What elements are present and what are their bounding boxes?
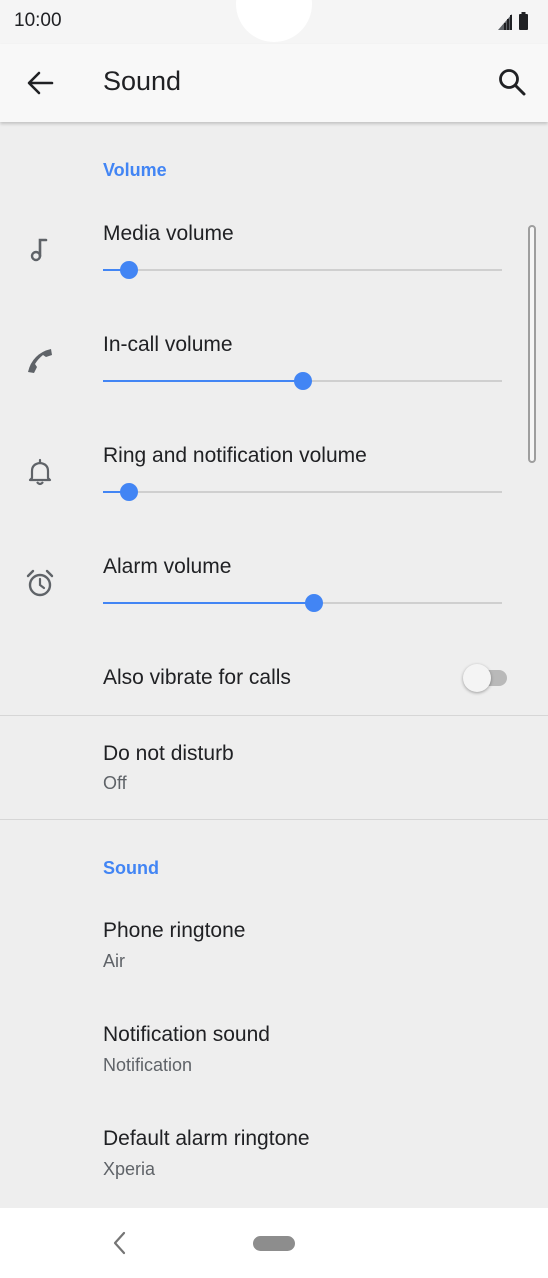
slider-thumb[interactable] [119, 261, 138, 279]
section-header-sound: Sound [103, 858, 159, 878]
phone-icon [28, 349, 52, 373]
scrollbar[interactable] [528, 225, 536, 463]
slider-fill [103, 602, 315, 604]
divider [0, 715, 548, 716]
signal-battery-icon [498, 12, 528, 30]
page-title: Sound [103, 66, 182, 96]
notification-sound-value: Notification [103, 1055, 193, 1075]
status-bar: 10:00 [0, 0, 548, 44]
nav-back-icon[interactable] [108, 1230, 132, 1256]
do-not-disturb-value: Off [103, 773, 127, 793]
bell-icon [28, 458, 52, 486]
slider-fill [103, 380, 303, 382]
default-alarm-ringtone-title[interactable]: Default alarm ringtone [103, 1127, 310, 1151]
notification-sound-title[interactable]: Notification sound [103, 1023, 270, 1047]
music-note-icon [30, 238, 48, 262]
toggle-thumb [463, 664, 491, 692]
alarm-volume-slider[interactable] [103, 591, 502, 615]
status-time: 10:00 [14, 10, 62, 31]
ring-volume-label: Ring and notification volume [103, 444, 367, 467]
home-pill[interactable] [253, 1236, 295, 1251]
app-bar: Sound [0, 44, 548, 122]
ring-volume-slider[interactable] [103, 480, 502, 504]
default-alarm-ringtone-value: Xperia [103, 1159, 156, 1179]
vibrate-for-calls-toggle[interactable] [463, 664, 511, 692]
slider-thumb[interactable] [119, 483, 138, 501]
divider [0, 819, 548, 820]
vibrate-for-calls-label: Also vibrate for calls [103, 666, 291, 689]
settings-list[interactable]: Volume Media volume In-call volume Ring … [0, 122, 548, 1208]
slider-track [103, 491, 502, 493]
phone-ringtone-title[interactable]: Phone ringtone [103, 919, 245, 943]
do-not-disturb-title[interactable]: Do not disturb [103, 742, 234, 766]
slider-thumb[interactable] [293, 372, 312, 390]
in-call-volume-slider[interactable] [103, 369, 502, 393]
search-icon[interactable] [496, 66, 528, 98]
media-volume-slider[interactable] [103, 258, 502, 282]
back-arrow-icon[interactable] [24, 67, 56, 99]
phone-ringtone-value: Air [103, 951, 125, 971]
section-header-volume: Volume [103, 160, 167, 180]
slider-track [103, 269, 502, 271]
alarm-clock-icon [26, 569, 54, 597]
navigation-bar [0, 1208, 548, 1278]
slider-thumb[interactable] [305, 594, 324, 612]
in-call-volume-label: In-call volume [103, 333, 233, 356]
media-volume-label: Media volume [103, 222, 234, 245]
camera-notch [236, 0, 312, 42]
alarm-volume-label: Alarm volume [103, 555, 232, 578]
